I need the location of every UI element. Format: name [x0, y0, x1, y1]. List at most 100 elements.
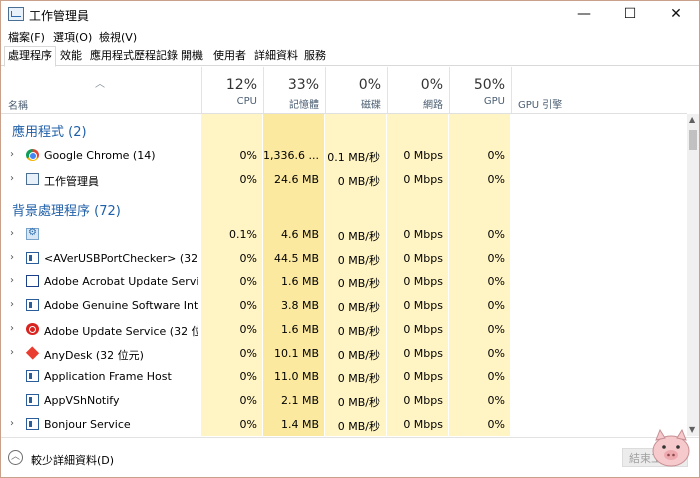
cpu-value: 0% [239, 370, 257, 384]
process-row[interactable]: › Adobe Genuine Software Inte... 0% 3.8 MB 0… [1, 294, 687, 317]
column-cpu[interactable]: 12% CPU [201, 67, 263, 113]
cpu-value: 0.1% [229, 228, 257, 241]
chrome-icon [26, 149, 39, 161]
expand-chevron-icon[interactable]: › [10, 347, 14, 358]
group-background: 背景處理程序 (72) [12, 204, 121, 219]
column-memory[interactable]: 33% 記憶體 [263, 67, 325, 113]
scroll-thumb[interactable] [689, 130, 697, 150]
cpu-total: 12% [225, 77, 257, 93]
expand-chevron-icon[interactable]: › [10, 299, 14, 310]
cpu-value: 0% [239, 251, 257, 265]
column-gpu-engine[interactable]: GPU 引擎 [511, 67, 688, 113]
disk-value: 0 MB/秒 [337, 175, 380, 188]
scroll-up-icon[interactable]: ▲ [689, 115, 695, 124]
tab-performance[interactable]: 效能 [57, 47, 85, 64]
disk-total: 0% [358, 77, 381, 93]
gpu-value: 0% [487, 393, 505, 407]
process-row[interactable]: › Adobe Acrobat Update Servi... 0% 1.6 MB 0 … [1, 270, 687, 293]
memory-value: 11.0 MB [273, 370, 319, 384]
minimize-button[interactable]: — [561, 1, 607, 27]
cpu-value: 0% [239, 299, 257, 313]
window-icon [26, 370, 39, 383]
process-row[interactable]: AppVShNotify 0% 2.1 MB 0 MB/秒 0 Mbps 0% [1, 389, 687, 412]
expand-chevron-icon[interactable]: › [10, 228, 14, 239]
column-gpu[interactable]: 50% GPU [449, 67, 511, 113]
column-name[interactable]: 名稱 [8, 97, 28, 112]
expand-chevron-icon[interactable]: › [10, 252, 14, 263]
process-row[interactable]: › Google Chrome (14) 0% 1,336.6 ... 0.1 MB/秒… [1, 144, 687, 167]
process-row[interactable]: › <AVerUSBPortChecker> (32 ... 0% 44.5 MB 0 … [1, 247, 687, 270]
tab-bar: 處理程序 效能 應用程式歷程記錄 開機 使用者 詳細資料 服務 [1, 45, 699, 67]
memory-label: 記憶體 [289, 100, 319, 111]
expand-chevron-icon[interactable]: › [10, 173, 14, 184]
process-row[interactable]: › Bonjour Service 0% 1.4 MB 0 MB/秒 0 Mbps 0% [1, 413, 687, 436]
process-row[interactable]: › 工作管理員 0% 24.6 MB 0 MB/秒 0 Mbps 0% [1, 168, 687, 191]
expand-chevron-icon[interactable]: › [10, 149, 14, 160]
expand-chevron-icon[interactable]: › [10, 323, 14, 334]
gpu-label: GPU [483, 96, 505, 107]
process-name: AnyDesk (32 位元) [44, 348, 144, 362]
gear-icon [26, 227, 39, 240]
tab-users[interactable]: 使用者 [210, 47, 249, 64]
network-value: 0 Mbps [403, 299, 443, 313]
memory-value: 1.4 MB [280, 417, 319, 431]
network-value: 0 Mbps [403, 275, 443, 289]
column-disk[interactable]: 0% 磁碟 [325, 67, 387, 113]
tab-details[interactable]: 詳細資料 [251, 47, 301, 64]
expand-chevron-icon[interactable]: › [10, 275, 14, 286]
expand-chevron-icon[interactable]: › [10, 418, 14, 429]
task-manager-icon [8, 7, 24, 21]
process-row[interactable]: › AnyDesk (32 位元) 0% 10.1 MB 0 MB/秒 0 Mbps 0% [1, 342, 687, 365]
gpu-value: 0% [487, 149, 505, 162]
network-value: 0 Mbps [403, 370, 443, 384]
disk-value: 0 MB/秒 [337, 324, 380, 338]
network-value: 0 Mbps [403, 228, 443, 241]
disk-value: 0 MB/秒 [337, 372, 380, 386]
tab-processes[interactable]: 處理程序 [4, 46, 56, 67]
chevron-up-icon[interactable]: ︿ [8, 450, 23, 465]
gpu-total: 50% [473, 77, 505, 93]
cpu-value: 0% [239, 346, 257, 360]
fewer-details-link[interactable]: 較少詳細資料(D) [31, 452, 114, 468]
process-row[interactable]: › Adobe Update Service (32 位... 0% 1.6 MB 0 … [1, 318, 687, 341]
memory-value: 44.5 MB [273, 251, 319, 265]
window-icon [26, 417, 39, 430]
menu-options[interactable]: 選項(O) [53, 29, 92, 45]
network-value: 0 Mbps [403, 417, 443, 431]
disk-value: 0 MB/秒 [337, 230, 380, 243]
gpu-value: 0% [487, 228, 505, 241]
disk-value: 0 MB/秒 [337, 348, 380, 362]
maximize-button[interactable]: ☐ [607, 1, 653, 27]
cpu-value: 0% [239, 173, 257, 186]
disk-value: 0 MB/秒 [337, 301, 380, 315]
tab-startup[interactable]: 開機 [178, 47, 206, 64]
process-row[interactable]: Application Frame Host 0% 11.0 MB 0 MB/秒 0 M… [1, 365, 687, 388]
network-value: 0 Mbps [403, 149, 443, 162]
process-row[interactable]: › 0.1% 4.6 MB 0 MB/秒 0 Mbps 0% [1, 223, 687, 246]
tab-app-history[interactable]: 應用程式歷程記錄 [87, 47, 181, 64]
network-value: 0 Mbps [403, 251, 443, 265]
cpu-value: 0% [239, 393, 257, 407]
gpu-value: 0% [487, 251, 505, 265]
footer: ︿ 較少詳細資料(D) 結束工作 [1, 437, 699, 477]
gpu-value: 0% [487, 299, 505, 313]
cpu-value: 0% [239, 275, 257, 289]
menu-view[interactable]: 檢視(V) [99, 29, 137, 45]
column-network[interactable]: 0% 網路 [387, 67, 449, 113]
memory-value: 1.6 MB [280, 275, 319, 289]
memory-value: 1.6 MB [280, 322, 319, 336]
network-value: 0 Mbps [403, 346, 443, 360]
tab-services[interactable]: 服務 [301, 47, 329, 64]
vertical-scrollbar[interactable]: ▲ ▼ [687, 114, 699, 436]
memory-value: 2.1 MB [280, 393, 319, 407]
gpu-value: 0% [487, 275, 505, 289]
close-button[interactable]: ✕ [653, 1, 699, 27]
process-name: <AVerUSBPortChecker> (32 ... [44, 251, 198, 265]
gpu-value: 0% [487, 322, 505, 336]
process-name: Adobe Acrobat Update Servi... [44, 275, 198, 289]
gpu-engine-label: GPU 引擎 [518, 100, 563, 111]
adobe-icon [26, 322, 39, 335]
pig-mascot-logo [652, 428, 690, 467]
menu-file[interactable]: 檔案(F) [8, 29, 45, 45]
cpu-value: 0% [239, 149, 257, 162]
